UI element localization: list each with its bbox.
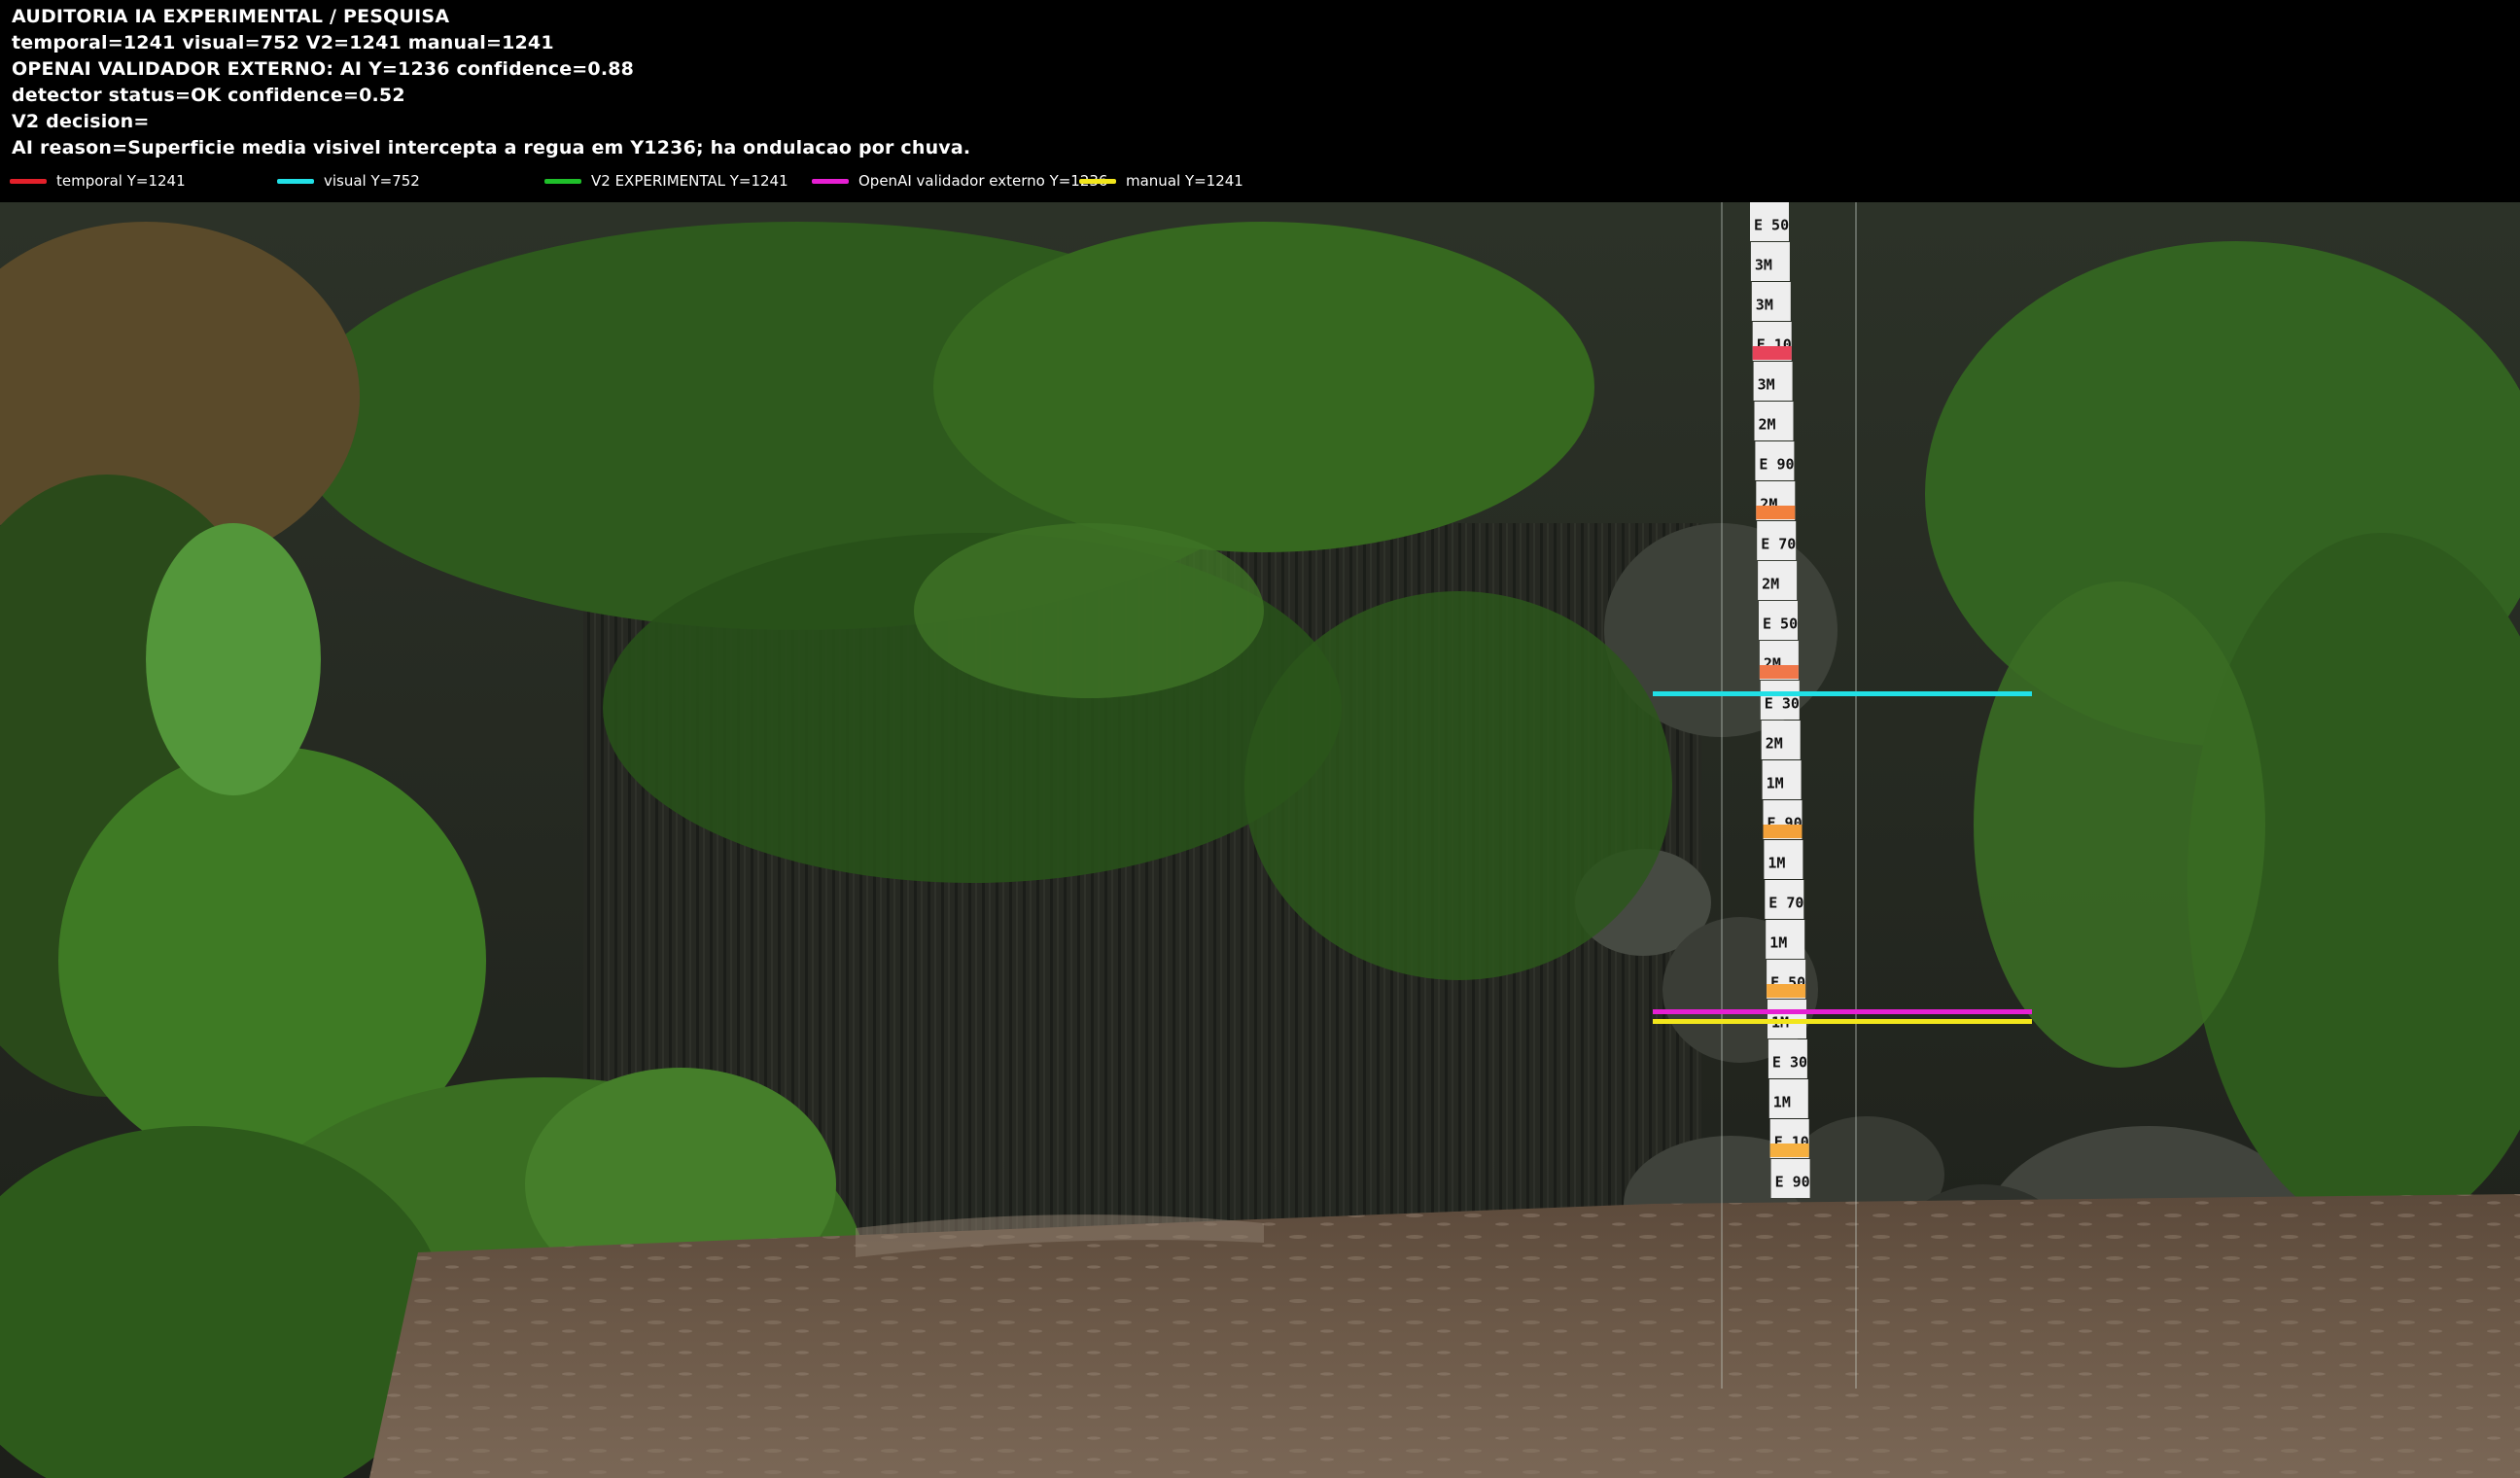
gauge-label: E 90 bbox=[1775, 1174, 1810, 1191]
gauge-label: E 70 bbox=[1761, 536, 1796, 553]
detector-status-line: detector status=OK confidence=0.52 bbox=[12, 85, 405, 106]
gauge-label: E 50 bbox=[1763, 616, 1798, 633]
gauge-label: 1M bbox=[1769, 934, 1787, 952]
audit-title: AUDITORIA IA EXPERIMENTAL / PESQUISA bbox=[12, 6, 450, 27]
gauge-label: 3M bbox=[1755, 257, 1772, 274]
gauge-color-band bbox=[1769, 1144, 1809, 1157]
gauge-label: 2M bbox=[1766, 735, 1783, 753]
visual-level-line bbox=[1653, 691, 2032, 696]
level-summary: temporal=1241 visual=752 V2=1241 manual=… bbox=[12, 32, 554, 53]
legend-item-openai: OpenAI validador externo Y=1236 bbox=[812, 169, 1107, 193]
gauge-label: 2M bbox=[1759, 416, 1776, 434]
v2-decision-line: V2 decision= bbox=[12, 111, 150, 132]
manual-level-line bbox=[1653, 1019, 2032, 1024]
legend-swatch-manual bbox=[1079, 178, 1116, 184]
gauge-label: 1M bbox=[1767, 775, 1784, 792]
gauge-label: 3M bbox=[1758, 376, 1775, 394]
openai-level-line bbox=[1653, 1009, 2032, 1014]
guide-line-left bbox=[1721, 202, 1723, 1389]
camera-frame: AUDITORIA IA EXPERIMENTAL / PESQUISA tem… bbox=[0, 0, 2520, 1478]
legend-item-manual: manual Y=1241 bbox=[1079, 169, 1243, 193]
legend-item-visual: visual Y=752 bbox=[277, 169, 420, 193]
legend-swatch-v2 bbox=[544, 178, 581, 184]
gauge-label: 1M bbox=[1768, 855, 1785, 872]
audit-header: AUDITORIA IA EXPERIMENTAL / PESQUISA tem… bbox=[0, 0, 2520, 202]
gauge-label: E 90 bbox=[1759, 456, 1794, 474]
gauge-label: 3M bbox=[1756, 297, 1773, 314]
guide-line-right bbox=[1855, 202, 1857, 1389]
openai-validator-line: OPENAI VALIDADOR EXTERNO: AI Y=1236 conf… bbox=[12, 58, 635, 80]
scene-drawing: E 503M3ME 103M2ME 902ME 702ME 502ME 302M… bbox=[0, 202, 2520, 1478]
gauge-label: E 50 bbox=[1754, 217, 1789, 234]
legend-item-v2: V2 EXPERIMENTAL Y=1241 bbox=[544, 169, 788, 193]
legend-swatch-visual bbox=[277, 178, 314, 184]
gauge-label: 2M bbox=[1762, 576, 1779, 593]
gauge-color-band bbox=[1752, 346, 1792, 360]
gauge-color-band bbox=[1759, 665, 1799, 679]
gauge-color-band bbox=[1767, 984, 1806, 998]
legend-label-visual: visual Y=752 bbox=[324, 172, 420, 190]
legend-label-manual: manual Y=1241 bbox=[1126, 172, 1243, 190]
gauge-label: E 30 bbox=[1772, 1054, 1807, 1072]
river-camera-view: E 50 3M 3M E 10 3M 2M E 90 2M E 70 2M E 50 2M E 30 2M… bbox=[0, 202, 2520, 1478]
gauge-color-band bbox=[1756, 506, 1796, 519]
line-legend: temporal Y=1241 visual Y=752 V2 EXPERIME… bbox=[0, 169, 2520, 193]
gauge-label: E 70 bbox=[1768, 895, 1803, 912]
legend-label-openai: OpenAI validador externo Y=1236 bbox=[858, 172, 1108, 190]
legend-swatch-temporal bbox=[10, 178, 47, 184]
gauge-color-band bbox=[1763, 825, 1802, 838]
gauge-label: E 30 bbox=[1765, 695, 1800, 713]
ai-reason-line: AI reason=Superficie media visivel inter… bbox=[12, 137, 971, 158]
legend-swatch-openai bbox=[812, 178, 849, 184]
legend-item-temporal: temporal Y=1241 bbox=[10, 169, 186, 193]
legend-label-v2: V2 EXPERIMENTAL Y=1241 bbox=[591, 172, 788, 190]
legend-label-temporal: temporal Y=1241 bbox=[56, 172, 186, 190]
gauge-label: 1M bbox=[1773, 1094, 1791, 1111]
